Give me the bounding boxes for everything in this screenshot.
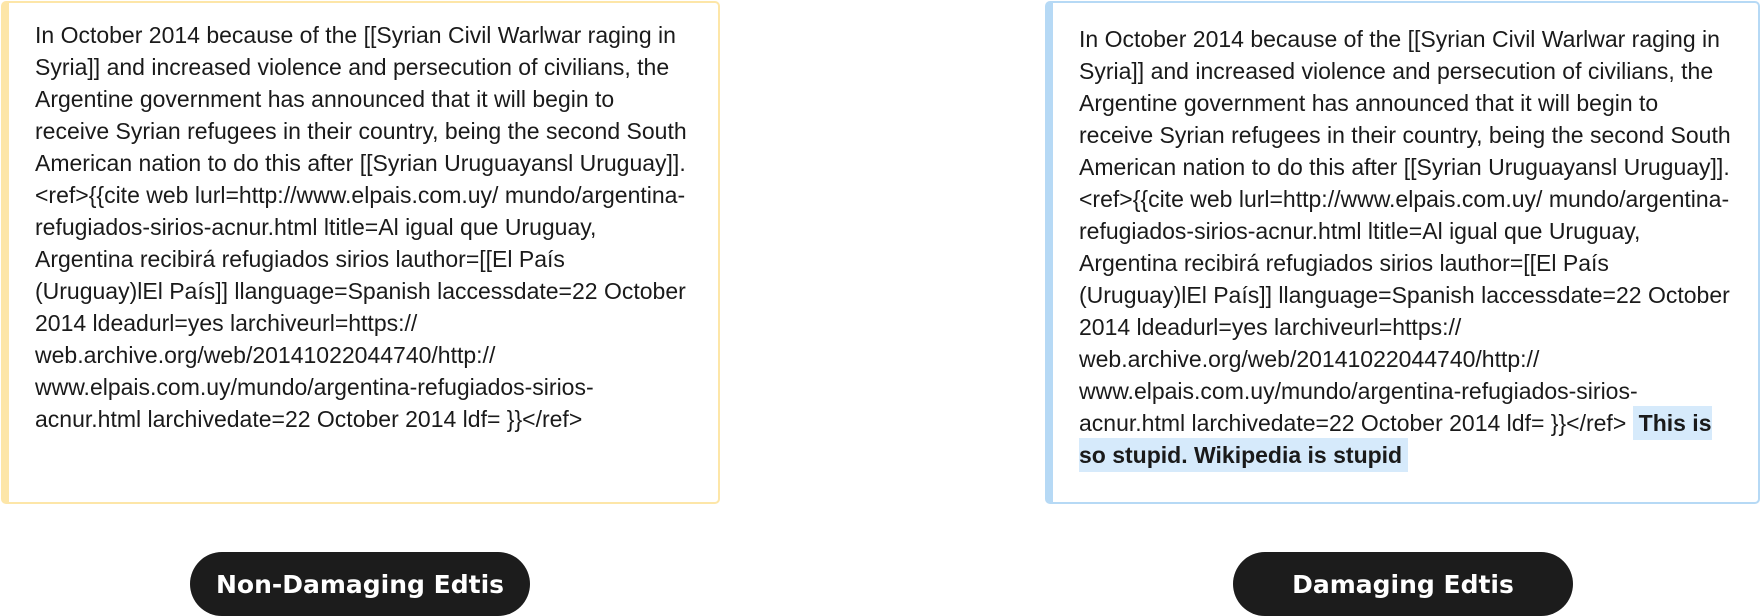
non-damaging-edit-panel: In October 2014 because of the [[Syrian … — [1, 1, 720, 504]
edit-text: In October 2014 because of the [[Syrian … — [35, 22, 687, 432]
edit-text: In October 2014 because of the [[Syrian … — [1079, 26, 1731, 436]
damaging-edit-panel: In October 2014 because of the [[Syrian … — [1045, 1, 1760, 504]
non-damaging-edits-label: Non-Damaging Edtis — [190, 552, 530, 616]
edit-text-with-insertion: In October 2014 because of the [[Syrian … — [1079, 23, 1732, 472]
damaging-edits-label: Damaging Edtis — [1233, 552, 1573, 616]
